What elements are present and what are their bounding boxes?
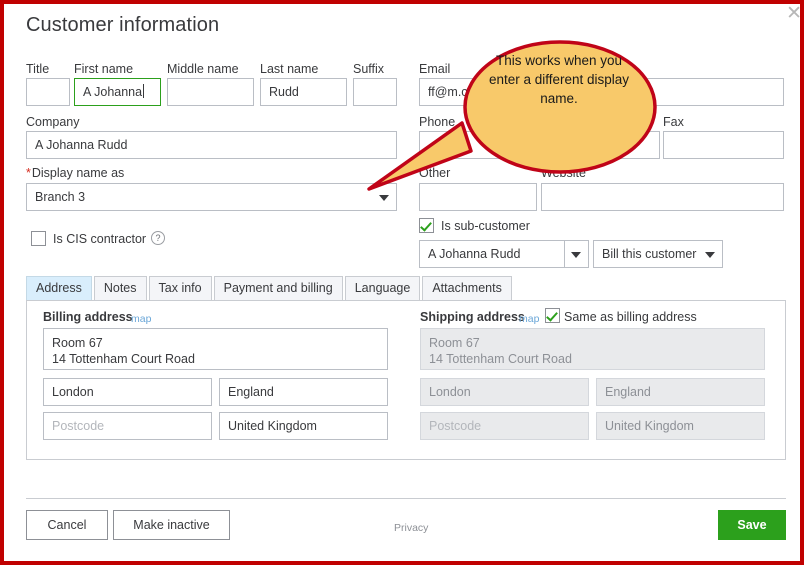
suffix-input[interactable]	[353, 78, 397, 106]
close-icon[interactable]: ✕	[786, 4, 800, 23]
phone-label: Phone	[419, 115, 456, 129]
billing-country-input[interactable]: United Kingdom	[219, 412, 388, 440]
tab-attachments[interactable]: Attachments	[422, 276, 512, 300]
chevron-down-icon	[705, 252, 715, 258]
display-name-dropdown[interactable]: Branch 3	[26, 183, 397, 211]
footer-divider	[26, 498, 786, 499]
suffix-label: Suffix	[353, 62, 385, 76]
make-inactive-button[interactable]: Make inactive	[113, 510, 230, 540]
same-as-billing-label: Same as billing address	[564, 310, 697, 324]
help-icon[interactable]: ?	[151, 231, 165, 245]
shipping-postcode-input: Postcode	[420, 412, 589, 440]
tab-notes[interactable]: Notes	[93, 276, 147, 300]
chevron-down-icon	[571, 252, 581, 258]
dropdown-divider	[564, 241, 565, 267]
privacy-link[interactable]: Privacy	[394, 522, 428, 534]
tab-language[interactable]: Language	[344, 276, 421, 300]
last-name-input[interactable]: Rudd	[260, 78, 347, 106]
display-name-label-text: Display name as	[31, 166, 125, 180]
billing-address-title: Billing address	[43, 310, 133, 324]
middle-name-input[interactable]	[167, 78, 254, 106]
tab-bar: Address Notes Tax info Payment and billi…	[26, 276, 514, 300]
callout-shape	[367, 40, 657, 191]
fax-input[interactable]	[663, 131, 784, 159]
middle-name-label: Middle name	[167, 62, 239, 76]
text-caret	[143, 84, 145, 98]
first-name-input[interactable]: A Johanna	[74, 78, 161, 106]
tab-address[interactable]: Address	[26, 276, 92, 300]
company-label: Company	[26, 115, 80, 129]
address-tab-panel: Billing address map Room 67 14 Tottenham…	[26, 300, 786, 460]
display-name-label: *Display name as	[26, 166, 124, 180]
customer-information-dialog: Customer information ✕ Title First name …	[4, 4, 800, 561]
tab-tax-info[interactable]: Tax info	[148, 276, 212, 300]
parent-customer-value: A Johanna Rudd	[428, 247, 521, 261]
parent-customer-dropdown[interactable]: A Johanna Rudd	[419, 240, 589, 268]
shipping-region-input: England	[596, 378, 765, 406]
other-label: Other	[419, 166, 451, 180]
billing-postcode-input[interactable]: Postcode	[43, 412, 212, 440]
phone-input[interactable]	[419, 131, 660, 159]
last-name-label: Last name	[260, 62, 319, 76]
shipping-map-link[interactable]: map	[519, 313, 539, 325]
email-label: Email	[419, 62, 451, 76]
shipping-address-title: Shipping address	[420, 310, 525, 324]
title-label: Title	[26, 62, 50, 76]
first-name-label: First name	[74, 62, 134, 76]
is-sub-customer-label: Is sub-customer	[441, 219, 530, 233]
billing-map-link[interactable]: map	[131, 313, 151, 325]
same-as-billing-checkbox[interactable]	[545, 308, 560, 323]
company-input[interactable]: A Johanna Rudd	[26, 131, 397, 159]
other-input[interactable]	[419, 183, 537, 211]
is-cis-contractor-label: Is CIS contractor	[53, 232, 147, 246]
billing-option-value: Bill this customer	[602, 247, 697, 261]
fax-label: Fax	[663, 115, 684, 129]
shipping-city-input: London	[420, 378, 589, 406]
tab-payment-and-billing[interactable]: Payment and billing	[213, 276, 343, 300]
shipping-country-input: United Kingdom	[596, 412, 765, 440]
chevron-down-icon	[379, 195, 389, 201]
billing-street-input[interactable]: Room 67 14 Tottenham Court Road	[43, 328, 388, 370]
page-title: Customer information	[26, 14, 220, 36]
email-input[interactable]: ff@m.co	[419, 78, 784, 106]
first-name-value: A Johanna	[83, 85, 143, 99]
billing-region-input[interactable]: England	[219, 378, 388, 406]
annotation-callout: This works when you enter a different di…	[359, 29, 669, 204]
website-input[interactable]	[541, 183, 784, 211]
is-sub-customer-checkbox[interactable]	[419, 218, 434, 233]
website-label: Website	[541, 166, 586, 180]
save-button[interactable]: Save	[718, 510, 786, 540]
screenshot-frame: Customer information ✕ Title First name …	[0, 0, 804, 565]
is-cis-contractor-checkbox[interactable]	[31, 231, 46, 246]
cancel-button[interactable]: Cancel	[26, 510, 108, 540]
shipping-street-input: Room 67 14 Tottenham Court Road	[420, 328, 765, 370]
required-marker: *	[26, 166, 31, 180]
billing-city-input[interactable]: London	[43, 378, 212, 406]
display-name-value: Branch 3	[35, 190, 86, 204]
billing-option-dropdown[interactable]: Bill this customer	[593, 240, 723, 268]
title-input[interactable]	[26, 78, 70, 106]
